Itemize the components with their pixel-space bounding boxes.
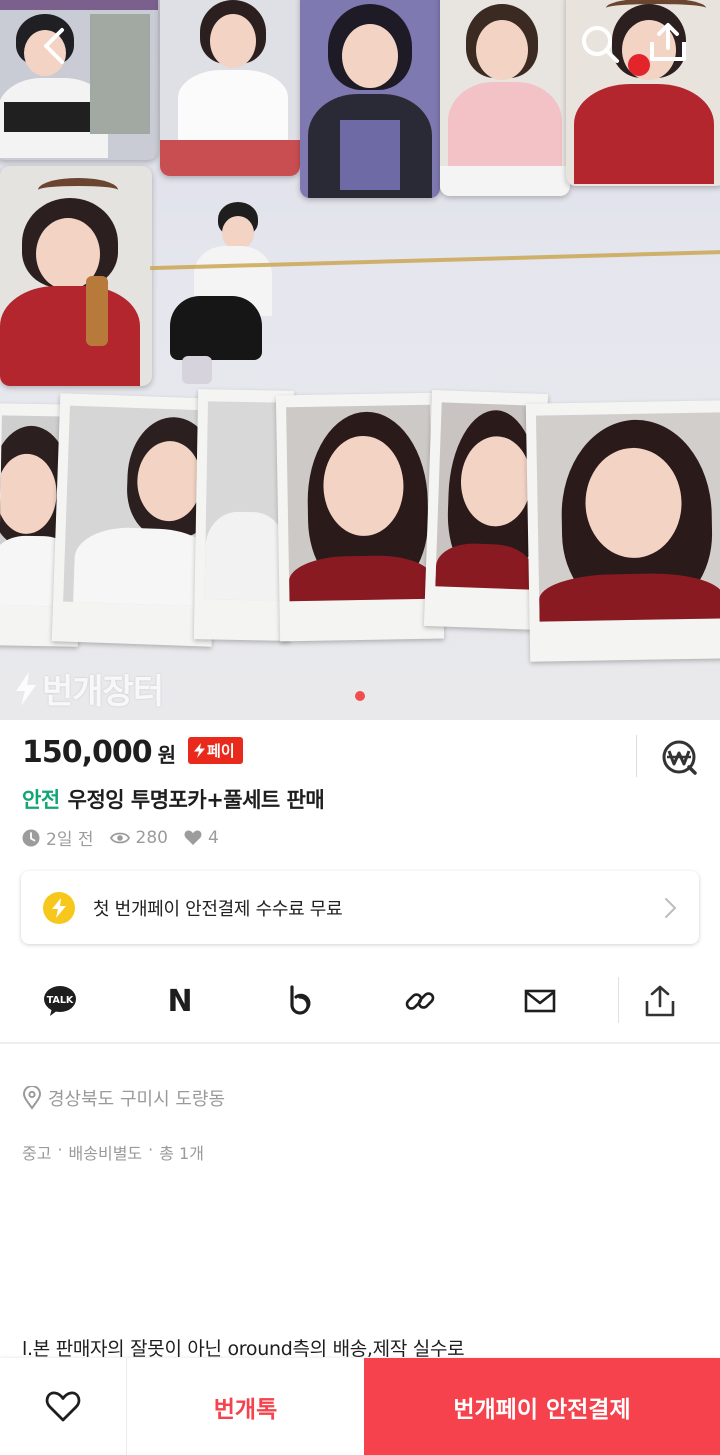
currency: 원 — [157, 743, 177, 767]
share-band-button[interactable] — [240, 960, 360, 1042]
band-icon — [290, 985, 311, 1015]
safe-label: 안전 — [22, 788, 60, 812]
promo-text: 첫 번개페이 안전결제 수수료 무료 — [93, 898, 343, 920]
title-text: 우정잉 투명포카+풀세트 판매 — [67, 788, 325, 812]
product-photo-carousel[interactable]: 번개장터 — [0, 0, 720, 720]
link-icon — [405, 992, 435, 1010]
heart-outline-icon — [45, 1391, 81, 1421]
view-count: 280 — [109, 827, 168, 848]
pay-badge-label: 페이 — [207, 742, 235, 760]
bunjang-watermark: 번개장터 — [14, 664, 164, 713]
lightning-badge-icon — [43, 891, 75, 924]
photocard-image — [440, 0, 570, 196]
location-pin-icon — [22, 1086, 42, 1110]
photocard-image — [0, 166, 152, 386]
search-icon — [582, 26, 619, 63]
quantity: 총 1개 — [159, 1144, 204, 1163]
photocard-image — [160, 0, 300, 176]
won-circle-icon — [662, 740, 697, 775]
carousel-indicator — [355, 691, 365, 701]
price-check-button[interactable] — [660, 738, 698, 780]
clock-icon — [22, 829, 40, 846]
description: l.본 판매자의 잘못이 아닌 oround측의 배송,제작 실수로 — [22, 1338, 465, 1360]
talk-label: TALK — [47, 995, 74, 1006]
share-button[interactable] — [646, 20, 690, 64]
safe-pay-promo-banner[interactable]: 첫 번개페이 안전결제 수수료 무료 — [21, 871, 699, 944]
safe-pay-button[interactable]: 번개페이 안전결제 — [364, 1358, 720, 1455]
shipping: 배송비별도 — [68, 1144, 143, 1163]
price-row: 150,000 원 페이 — [22, 735, 243, 770]
chevron-right-icon — [665, 897, 676, 918]
product-meta: 2일 전 280 4 — [22, 825, 235, 850]
copy-link-button[interactable] — [360, 960, 480, 1042]
photocard-image — [160, 196, 290, 392]
share-kakaotalk-button[interactable]: TALK — [0, 960, 120, 1042]
view-count-text: 280 — [135, 827, 168, 848]
time-ago: 2일 전 — [22, 825, 94, 850]
chevron-left-icon — [44, 28, 64, 64]
lightning-icon — [194, 743, 206, 758]
photocard-image — [300, 0, 440, 198]
polaroid-image — [525, 400, 720, 662]
lightning-icon — [52, 897, 66, 918]
heart-icon — [184, 829, 202, 845]
pay-badge: 페이 — [188, 737, 243, 764]
back-button[interactable] — [34, 24, 78, 68]
item-conditions: 중고 · 배송비별도 · 총 1개 — [22, 1140, 204, 1164]
photocard-image — [0, 0, 158, 160]
share-icon — [650, 23, 686, 61]
time-ago-text: 2일 전 — [46, 830, 94, 850]
like-count: 4 — [184, 828, 219, 848]
share-icon — [645, 985, 675, 1017]
bottom-action-bar: 번개톡 번개페이 안전결제 — [0, 1358, 720, 1455]
like-count-text: 4 — [207, 827, 219, 848]
kakaotalk-icon: TALK — [44, 986, 76, 1016]
lightning-icon — [16, 671, 36, 706]
naver-icon: N — [167, 983, 193, 1019]
product-title: 안전 우정잉 투명포카+풀세트 판매 — [22, 784, 325, 814]
chat-button[interactable]: 번개톡 — [127, 1358, 364, 1455]
separator-dot: · — [57, 1140, 63, 1159]
eye-icon — [109, 832, 130, 843]
share-options: TALK N — [0, 960, 720, 1042]
condition: 중고 — [22, 1144, 52, 1163]
location[interactable]: 경상북도 구미시 도량동 — [22, 1085, 225, 1111]
price: 150,000 — [22, 735, 153, 770]
share-mail-button[interactable] — [480, 960, 600, 1042]
mail-icon — [524, 989, 556, 1013]
share-naver-button[interactable]: N — [120, 960, 240, 1042]
polaroid-image — [275, 392, 445, 642]
watermark-text: 번개장터 — [42, 672, 164, 712]
like-button[interactable] — [0, 1358, 127, 1455]
search-button[interactable] — [578, 22, 622, 66]
location-text: 경상북도 구미시 도량동 — [48, 1089, 226, 1110]
separator-dot: · — [148, 1140, 154, 1159]
